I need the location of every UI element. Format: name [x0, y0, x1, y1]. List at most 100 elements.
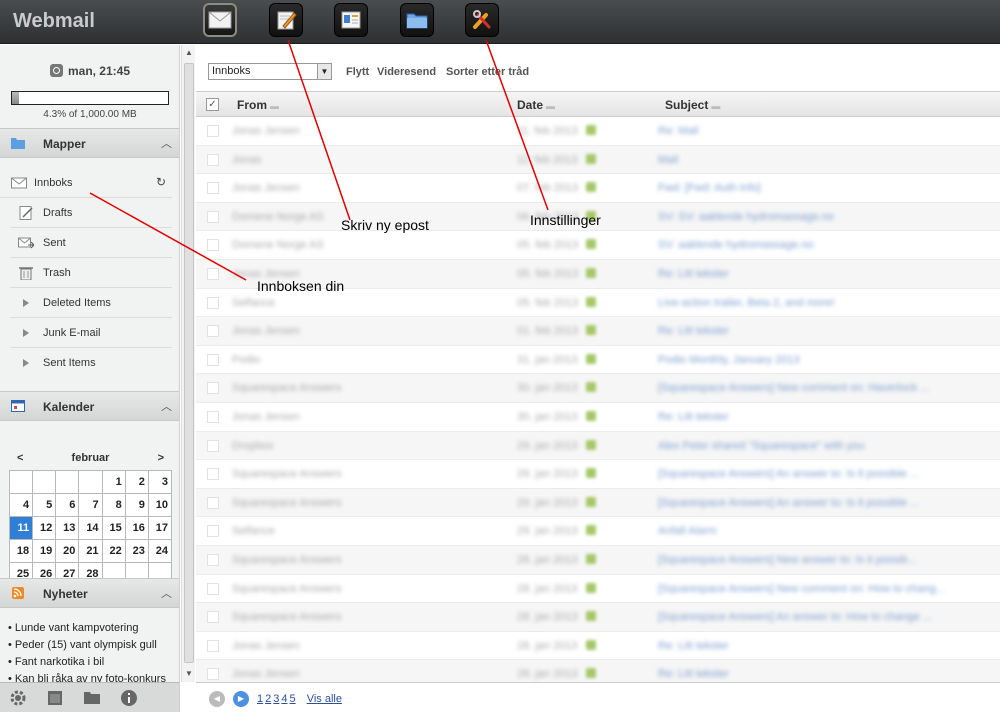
row-checkbox[interactable] — [207, 210, 219, 223]
scroll-thumb[interactable] — [184, 63, 194, 663]
row-checkbox[interactable] — [207, 267, 219, 280]
row-checkbox[interactable] — [207, 382, 219, 395]
calendar-day[interactable]: 15 — [101, 516, 126, 540]
calendar-day[interactable]: 24 — [147, 539, 173, 563]
row-checkbox[interactable] — [207, 668, 219, 681]
window-icon[interactable] — [46, 689, 64, 707]
message-row[interactable]: Jonas Jensen 28. jan 2013 Re: Litt tekster — [196, 632, 1000, 661]
folder-sent-items[interactable]: Sent Items — [10, 348, 172, 378]
select-all-checkbox[interactable]: ✓ — [206, 98, 219, 111]
calendar-day[interactable]: 8 — [101, 493, 126, 517]
message-row[interactable]: Podio 31. jan 2013 Podio Monthly, January … — [196, 346, 1000, 375]
refresh-icon[interactable]: ↻ — [156, 175, 166, 189]
page-link[interactable]: 5 — [290, 693, 296, 705]
next-page-icon[interactable]: ▶ — [233, 691, 249, 707]
message-row[interactable]: Jonas Jensen 01. feb 2013 Re: Litt tekster — [196, 317, 1000, 346]
row-checkbox[interactable] — [207, 639, 219, 652]
folder-inbox[interactable]: Innboks ↻ — [0, 168, 172, 198]
gear-icon[interactable] — [9, 689, 27, 707]
column-from[interactable]: From ▬ — [237, 98, 279, 112]
row-checkbox[interactable] — [207, 153, 219, 166]
column-date[interactable]: Date ▬ — [517, 98, 555, 112]
calendar-day[interactable]: 10 — [147, 493, 173, 517]
row-checkbox[interactable] — [207, 325, 219, 338]
page-link[interactable]: 4 — [281, 693, 287, 705]
calendar-day[interactable]: 6 — [55, 493, 80, 517]
calendar-day[interactable]: 14 — [78, 516, 103, 540]
page-link[interactable]: 2 — [265, 693, 271, 705]
calendar-day[interactable]: 19 — [32, 539, 57, 563]
sidebar-scrollbar[interactable]: ▲ ▼ — [181, 45, 195, 682]
collapse-icon[interactable]: ︿ — [161, 135, 172, 151]
calendar-day[interactable]: 17 — [147, 516, 173, 540]
calendar-day[interactable]: 12 — [32, 516, 57, 540]
calendar-day[interactable]: 4 — [8, 493, 34, 517]
info-icon[interactable] — [120, 689, 138, 707]
message-row[interactable]: Jonas Jensen 30. jan 2013 Re: Litt tekster — [196, 403, 1000, 432]
page-link[interactable]: 1 — [257, 693, 263, 705]
row-checkbox[interactable] — [207, 353, 219, 366]
calendar-day[interactable]: 9 — [124, 493, 149, 517]
message-row[interactable]: Domene Norge AS 05. feb 2013 SV: aaklende … — [196, 231, 1000, 260]
column-subject[interactable]: Subject ▬ — [665, 98, 720, 112]
calendar-day[interactable]: 5 — [32, 493, 57, 517]
folders-button[interactable] — [400, 3, 434, 37]
calendar-day[interactable]: 22 — [101, 539, 126, 563]
prev-page-icon[interactable]: ◀ — [209, 691, 225, 707]
row-checkbox[interactable] — [207, 410, 219, 423]
triangle-icon[interactable] — [18, 326, 34, 340]
row-checkbox[interactable] — [207, 611, 219, 624]
move-button[interactable]: Flytt — [346, 66, 369, 78]
folder-select[interactable]: Innboks ▼ — [208, 63, 332, 80]
calendar-day[interactable]: 11 — [8, 516, 34, 540]
message-row[interactable]: Jonas Jensen 07. feb 2013 Fwd: [Fwd: Auth … — [196, 174, 1000, 203]
row-checkbox[interactable] — [207, 125, 219, 137]
collapse-icon[interactable]: ︿ — [161, 585, 172, 601]
message-row[interactable]: Jonas Jensen 11. feb 2013 Re: Mail — [196, 117, 1000, 146]
calendar-day[interactable]: 2 — [124, 470, 149, 494]
scroll-down-icon[interactable]: ▼ — [185, 669, 193, 678]
message-row[interactable]: Squarespace Answers 28. jan 2013 [Squaresp… — [196, 545, 1000, 575]
calendar-day[interactable]: 20 — [55, 539, 80, 563]
sort-by-thread-button[interactable]: Sorter etter tråd — [446, 66, 529, 78]
folder-junk-email[interactable]: Junk E-mail — [10, 318, 172, 348]
news-item[interactable]: Peder (15) vant olympisk gull — [8, 639, 178, 656]
calendar-day[interactable]: 16 — [124, 516, 149, 540]
page-link[interactable]: 3 — [273, 693, 279, 705]
scroll-up-icon[interactable]: ▲ — [185, 48, 193, 57]
calendar-day[interactable]: 21 — [78, 539, 103, 563]
news-header[interactable]: Nyheter ︿ — [0, 578, 179, 608]
calendar-day[interactable]: 18 — [8, 539, 34, 563]
row-checkbox[interactable] — [207, 496, 219, 509]
message-row[interactable]: Selfance 29. jan 2013 Anfall Alarm — [196, 517, 1000, 546]
news-item[interactable]: Lunde vant kampvotering — [8, 622, 178, 639]
forward-button[interactable]: Videresend — [377, 66, 436, 78]
triangle-icon[interactable] — [18, 296, 34, 310]
calendar-header[interactable]: Kalender ︿ — [0, 391, 179, 421]
compose-button[interactable] — [269, 3, 303, 37]
row-checkbox[interactable] — [207, 468, 219, 481]
message-row[interactable]: Squarespace Answers 30. jan 2013 [Squaresp… — [196, 374, 1000, 403]
row-checkbox[interactable] — [207, 525, 219, 538]
row-checkbox[interactable] — [207, 582, 219, 595]
folders-header[interactable]: Mapper ︿ — [0, 128, 179, 158]
folder-trash[interactable]: Trash — [10, 258, 172, 288]
mail-button[interactable] — [203, 3, 237, 37]
message-row[interactable]: Squarespace Answers 28. jan 2013 [Squaresp… — [196, 575, 1000, 604]
message-row[interactable]: Squarespace Answers 28. jan 2013 [Squaresp… — [196, 603, 1000, 632]
row-checkbox[interactable] — [207, 553, 219, 566]
news-item[interactable]: Fant narkotika i bil — [8, 656, 178, 673]
message-row[interactable]: Jonas 11. feb 2013 Mail — [196, 145, 1000, 175]
folder-icon[interactable] — [83, 689, 101, 707]
message-row[interactable]: Dropbox 29. jan 2013 Alex Peter shared "Sq… — [196, 431, 1000, 461]
calendar-day[interactable]: 13 — [55, 516, 80, 540]
collapse-icon[interactable]: ︿ — [161, 398, 172, 414]
show-all-link[interactable]: Vis alle — [307, 693, 342, 705]
row-checkbox[interactable] — [207, 182, 219, 195]
message-row[interactable]: Squarespace Answers 29. jan 2013 [Squaresp… — [196, 460, 1000, 489]
folder-drafts[interactable]: Drafts — [10, 198, 172, 228]
folder-sent[interactable]: Sent — [10, 228, 172, 258]
folder-deleted-items[interactable]: Deleted Items — [10, 288, 172, 318]
next-month-button[interactable]: > — [158, 452, 164, 464]
message-row[interactable]: Squarespace Answers 29. jan 2013 [Squaresp… — [196, 488, 1000, 518]
